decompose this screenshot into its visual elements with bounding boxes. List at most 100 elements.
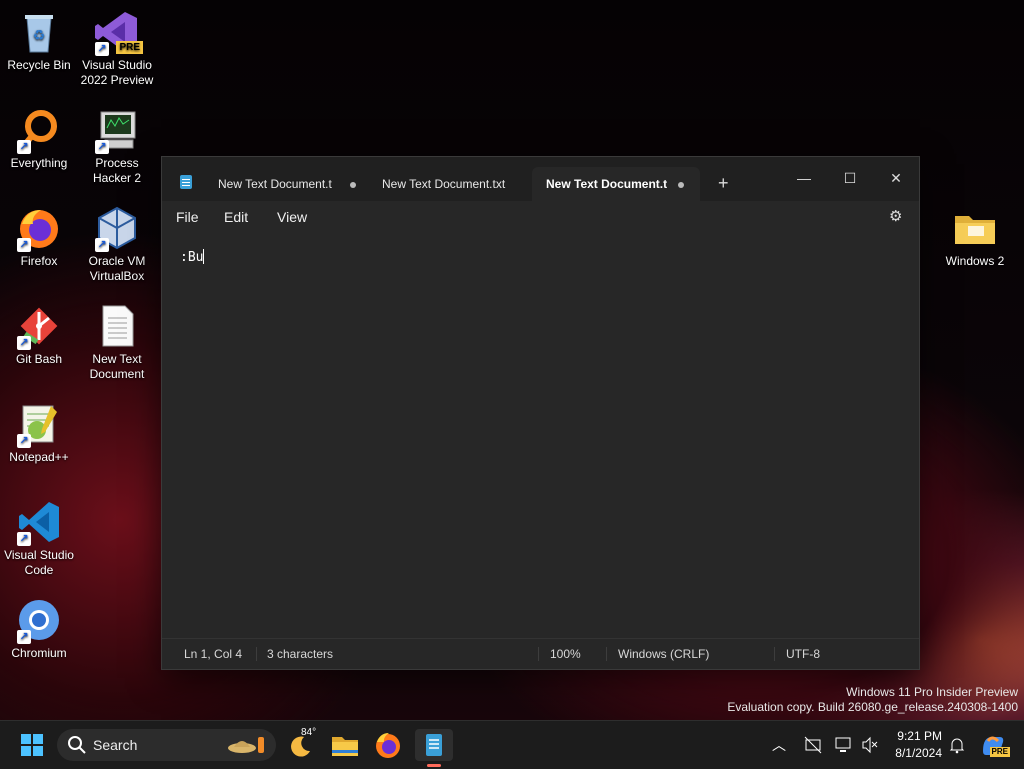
menu-file[interactable]: File (176, 201, 199, 233)
shortcut-arrow-icon: ↗ (17, 434, 31, 448)
close-button[interactable]: ✕ (873, 163, 919, 193)
title-bar[interactable]: New Text Document.t New Text Document.tx… (162, 157, 919, 201)
windows-watermark: Windows 11 Pro Insider Preview Evaluatio… (727, 685, 1018, 715)
desktop-icon-virtualbox[interactable]: ↗ Oracle VM VirtualBox (78, 200, 156, 284)
shortcut-arrow-icon: ↗ (17, 630, 31, 644)
desktop-icon-firefox[interactable]: ↗ Firefox (0, 200, 78, 269)
desktop-icon-git-bash[interactable]: ↗ Git Bash (0, 298, 78, 367)
watermark-build: Evaluation copy. Build 26080.ge_release.… (727, 700, 1018, 714)
display-icon[interactable] (834, 735, 854, 755)
taskbar-file-explorer[interactable] (329, 729, 361, 761)
tab-label: New Text Document.t (546, 177, 668, 191)
tab-label: New Text Document.t (218, 177, 332, 191)
taskbar-search[interactable]: Search (57, 729, 276, 761)
desktop-icon-label: Recycle Bin (7, 58, 71, 72)
shortcut-arrow-icon: ↗ (17, 140, 31, 154)
vscode-icon: ↗ (17, 500, 61, 546)
desktop-icon-vscode[interactable]: ↗ Visual Studio Code (0, 494, 78, 578)
weather-temperature: 84° (301, 727, 317, 738)
status-divider (538, 647, 539, 661)
watermark-edition: Windows 11 Pro Insider Preview (846, 685, 1018, 699)
copilot-button[interactable]: PRE (980, 733, 1010, 757)
minimize-button[interactable]: — (781, 163, 827, 193)
firefox-icon (376, 733, 400, 758)
system-clock[interactable]: 9:21 PM 8/1/2024 (886, 728, 942, 762)
shortcut-arrow-icon: ↗ (17, 532, 31, 546)
unsaved-dot-icon (350, 182, 356, 188)
new-tab-button[interactable]: + (718, 173, 729, 193)
desktop-icon-chromium[interactable]: ↗ Chromium (0, 592, 78, 661)
desktop-icon-label: Visual Studio 2022 Preview (80, 58, 154, 87)
clock-time: 9:21 PM (897, 729, 942, 743)
menu-bar: File Edit View ⚙ (162, 201, 919, 233)
desktop-icon-label: Oracle VM VirtualBox (88, 254, 146, 283)
clock-date: 8/1/2024 (895, 746, 942, 760)
cursor-position: Ln 1, Col 4 (184, 647, 243, 661)
gear-icon[interactable]: ⚙ (889, 209, 905, 225)
tab-document-2[interactable]: New Text Document.txt (368, 167, 528, 201)
desktop-icon-notepad-plus-plus[interactable]: ↗ Notepad++ (0, 396, 78, 465)
desktop-icon-visual-studio[interactable]: PRE ↗ Visual Studio 2022 Preview (78, 4, 156, 88)
status-divider (774, 647, 775, 661)
tab-document-1[interactable]: New Text Document.t (204, 167, 364, 201)
computer-monitor-icon: ↗ (95, 108, 139, 154)
tab-label: New Text Document.txt (382, 177, 506, 191)
notification-bell-icon[interactable] (948, 736, 966, 754)
notepad-plus-plus-icon: ↗ (17, 402, 61, 448)
unsaved-dot-icon (678, 182, 684, 188)
desktop-icon-everything[interactable]: ↗ Everything (0, 102, 78, 171)
desktop-icon-label: Visual Studio Code (4, 548, 74, 577)
git-bash-icon: ↗ (17, 304, 61, 350)
text-editor[interactable]: :Bu (162, 233, 919, 639)
taskbar-notepad[interactable] (415, 729, 453, 767)
document-text: :Bu (180, 250, 204, 265)
desktop-icon-label: Process Hacker 2 (92, 156, 142, 185)
folder-icon (332, 737, 358, 756)
network-disconnected-icon[interactable] (803, 735, 823, 755)
moon-icon (291, 736, 310, 757)
menu-view[interactable]: View (277, 201, 307, 233)
windows-logo-icon (21, 734, 43, 756)
firefox-icon: ↗ (17, 206, 61, 252)
start-button[interactable] (16, 729, 48, 761)
notepad-icon (426, 734, 442, 756)
search-icon (68, 736, 86, 754)
line-ending[interactable]: Windows (CRLF) (618, 639, 709, 669)
taskbar: Search 84° ︿ 9:21 PM 8/1/2024 PRE (0, 720, 1024, 769)
zoom-level[interactable]: 100% (550, 639, 581, 669)
status-bar: Ln 1, Col 4 3 characters 100% Windows (C… (162, 638, 919, 669)
svg-text:♻: ♻ (33, 28, 46, 44)
visual-studio-icon: PRE ↗ (95, 10, 143, 56)
desktop-icon-recycle-bin[interactable]: ♻ Recycle Bin (0, 4, 78, 73)
notepad-window: New Text Document.t New Text Document.tx… (161, 156, 920, 670)
tab-document-3[interactable]: New Text Document.t (532, 167, 700, 201)
menu-edit[interactable]: Edit (224, 201, 248, 233)
encoding[interactable]: UTF-8 (786, 639, 820, 669)
notepad-app-icon (180, 175, 192, 189)
desktop-icon-label: Firefox (20, 254, 58, 268)
pre-badge: PRE (989, 747, 1010, 757)
shortcut-arrow-icon: ↗ (95, 140, 109, 154)
desktop-icon-label: Chromium (11, 646, 67, 660)
maximize-button[interactable]: ☐ (827, 163, 873, 193)
speaker-muted-icon[interactable] (860, 735, 880, 755)
recycle-bin-icon: ♻ (17, 10, 61, 54)
taskbar-firefox[interactable] (372, 729, 404, 761)
pre-badge: PRE (116, 41, 143, 54)
desktop-icon-label: Notepad++ (9, 450, 69, 464)
desktop-icon-label: Windows 2 (945, 254, 1005, 268)
editor-content: :Bu (180, 249, 205, 265)
desktop-icon-process-hacker[interactable]: ↗ Process Hacker 2 (78, 102, 156, 186)
text-file-icon (95, 304, 139, 348)
shortcut-arrow-icon: ↗ (95, 42, 109, 56)
desktop-icon-label: Everything (10, 156, 68, 170)
shortcut-arrow-icon: ↗ (17, 238, 31, 252)
active-indicator (427, 764, 441, 767)
desktop-icon-windows-2[interactable]: Windows 2 (936, 200, 1014, 269)
weather-widget[interactable]: 84° (288, 727, 320, 761)
desktop-icon-label: New Text Document (89, 352, 145, 381)
desktop-icon-new-text-document[interactable]: New Text Document (78, 298, 156, 382)
virtualbox-icon: ↗ (95, 206, 139, 252)
folder-icon (953, 206, 997, 250)
chevron-up-icon[interactable]: ︿ (772, 735, 786, 755)
